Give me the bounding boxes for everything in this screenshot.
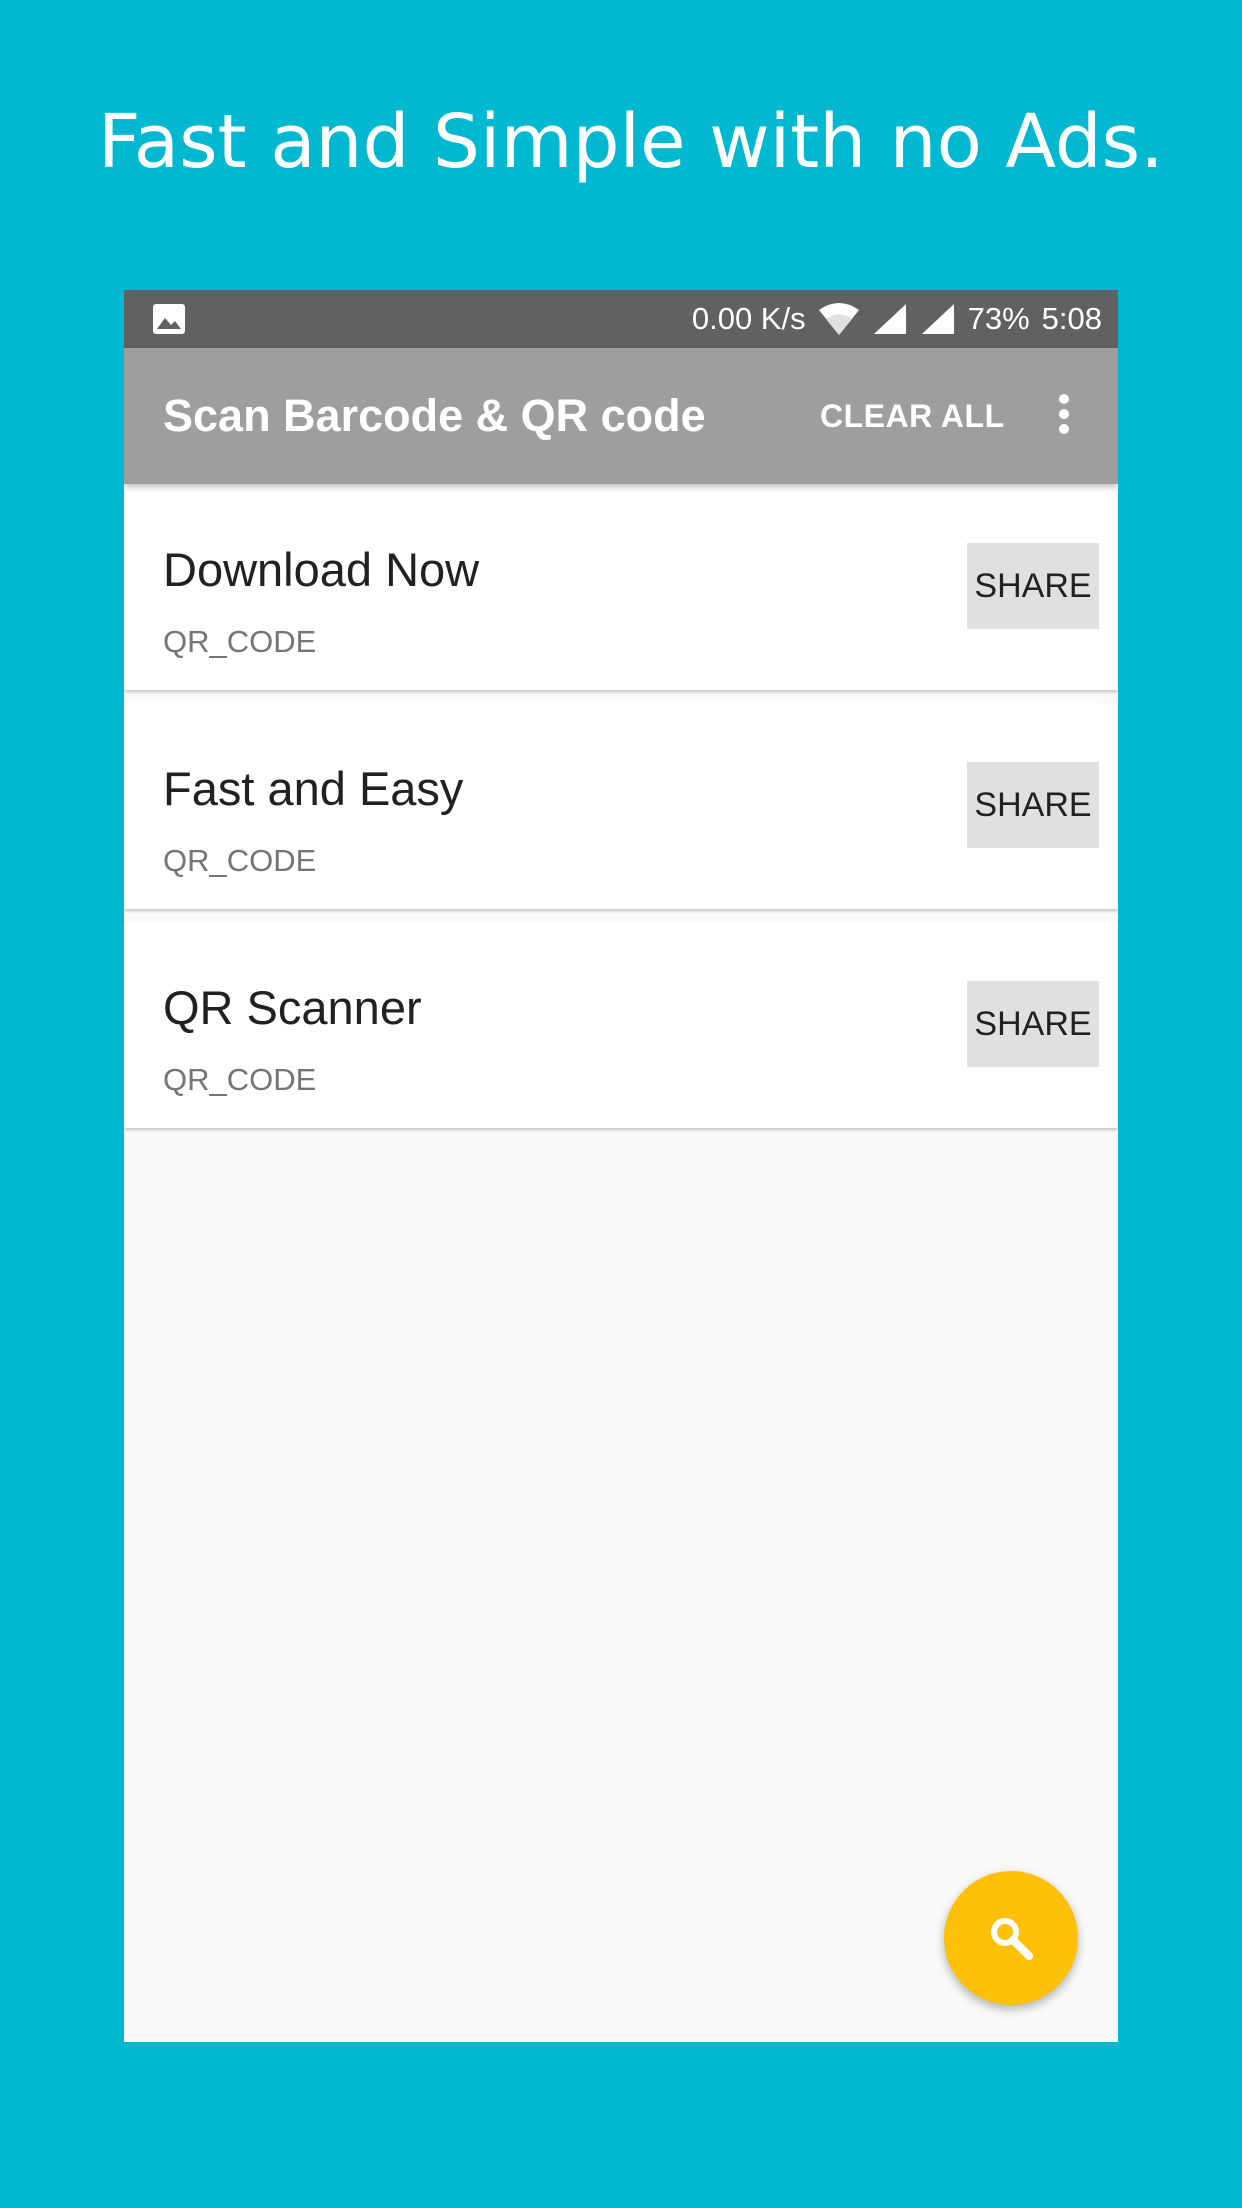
history-list: Download Now QR_CODE SHARE Fast and Easy… <box>124 484 1118 1141</box>
app-title: Scan Barcode & QR code <box>163 390 706 441</box>
scan-fab-button[interactable] <box>944 1871 1078 2005</box>
list-item[interactable]: Download Now QR_CODE SHARE <box>124 484 1118 690</box>
more-vert-icon[interactable] <box>1054 394 1074 440</box>
scan-format: QR_CODE <box>163 624 317 659</box>
scan-format: QR_CODE <box>163 1062 317 1097</box>
app-bar: Scan Barcode & QR code CLEAR ALL <box>124 348 1118 484</box>
scan-result-text: Download Now <box>163 543 480 596</box>
signal-icon <box>921 304 954 334</box>
scan-format: QR_CODE <box>163 843 317 878</box>
list-item[interactable]: QR Scanner QR_CODE SHARE <box>124 922 1118 1128</box>
share-button[interactable]: SHARE <box>967 981 1099 1067</box>
wifi-icon <box>818 303 859 335</box>
image-icon <box>153 304 185 334</box>
share-button[interactable]: SHARE <box>967 543 1099 629</box>
clock: 5:08 <box>1041 301 1102 336</box>
scan-result-text: QR Scanner <box>163 981 422 1034</box>
list-item[interactable]: Fast and Easy QR_CODE SHARE <box>124 703 1118 909</box>
search-icon <box>991 1918 1033 1960</box>
scan-result-text: Fast and Easy <box>163 762 464 815</box>
phone-screen: 0.00 K/s 73% 5:08 Scan Barcode & QR code… <box>124 290 1118 2042</box>
network-speed: 0.00 K/s <box>691 301 806 336</box>
signal-icon <box>873 304 906 334</box>
share-button[interactable]: SHARE <box>967 762 1099 848</box>
promo-headline: Fast and Simple with no Ads. <box>98 99 1164 185</box>
battery-level: 73% <box>967 301 1030 336</box>
status-bar: 0.00 K/s 73% 5:08 <box>124 290 1118 348</box>
clear-all-button[interactable]: CLEAR ALL <box>820 348 1005 484</box>
